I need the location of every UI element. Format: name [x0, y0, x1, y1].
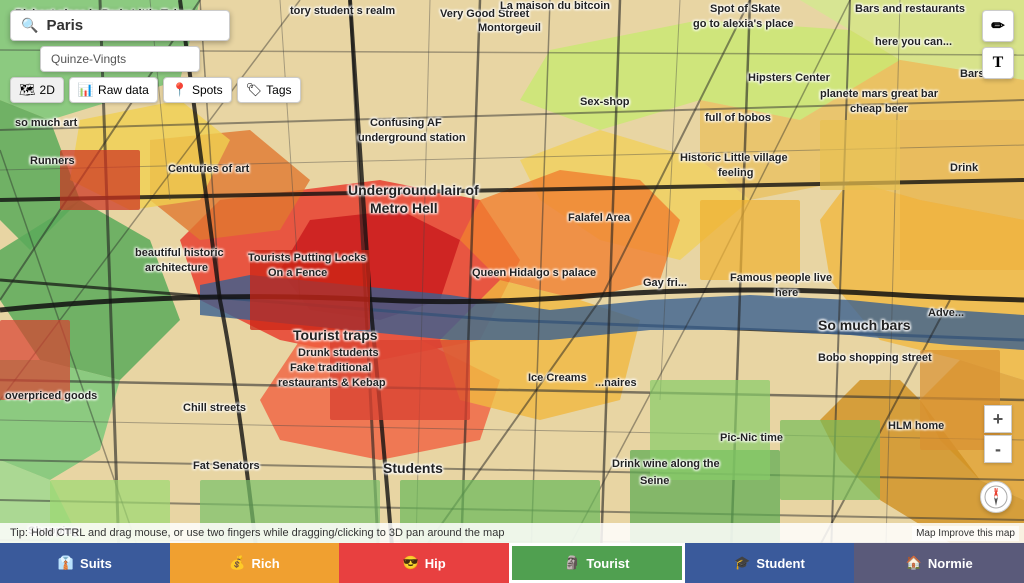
cat-rich[interactable]: 💰 Rich [170, 543, 340, 583]
tip-text: Tip: Hold CTRL and drag mouse, or use tw… [10, 527, 504, 539]
btn-2d-label: 2D [40, 83, 55, 97]
btn-tags-label: Tags [266, 83, 291, 97]
search-icon: 🔍 [21, 17, 38, 34]
student-label: Student [756, 556, 804, 571]
attribution-text: Map Improve this map [916, 528, 1015, 539]
map-container[interactable]: Richest place in Paris Little Tokyo tory… [0, 0, 1024, 583]
cat-student[interactable]: 🎓 Student [685, 543, 855, 583]
map-icon: 🗺 [19, 82, 36, 98]
tourist-icon: 🗿 [564, 555, 580, 571]
zoom-out-btn[interactable]: - [984, 435, 1012, 463]
search-input[interactable]: Paris [46, 17, 206, 34]
suits-label: Suits [80, 556, 112, 571]
view-btn-spots[interactable]: 📍 Spots [163, 77, 232, 103]
cat-tourist[interactable]: 🗿 Tourist [509, 543, 685, 583]
top-bar: 🔍 Paris Quinze-Vingts 🗺 2D 📊 Raw data 📍 … [10, 10, 301, 103]
suits-icon: 👔 [58, 555, 74, 571]
normie-icon: 🏠 [906, 555, 922, 571]
chart-icon: 📊 [78, 82, 94, 98]
cat-suits[interactable]: 👔 Suits [0, 543, 170, 583]
hip-label: Hip [425, 556, 446, 571]
zoom-controls: + - [984, 405, 1012, 463]
compass-btn[interactable]: N [980, 481, 1012, 513]
top-right-controls: ✏ T [982, 10, 1014, 79]
view-btn-raw[interactable]: 📊 Raw data [69, 77, 158, 103]
view-btn-2d[interactable]: 🗺 2D [10, 77, 64, 103]
cat-normie[interactable]: 🏠 Normie [854, 543, 1024, 583]
view-btn-tags[interactable]: 🏷 Tags [237, 77, 301, 103]
normie-label: Normie [928, 556, 973, 571]
search-box[interactable]: 🔍 Paris [10, 10, 230, 41]
rich-label: Rich [252, 556, 280, 571]
zoom-in-btn[interactable]: + [984, 405, 1012, 433]
pencil-btn[interactable]: ✏ [982, 10, 1014, 42]
btn-spots-label: Spots [192, 83, 223, 97]
rich-icon: 💰 [229, 555, 245, 571]
map-attribution: Map Improve this map [912, 526, 1019, 541]
neighborhood-label: Quinze-Vingts [40, 46, 200, 72]
cat-hip[interactable]: 😎 Hip [339, 543, 509, 583]
view-controls: 🗺 2D 📊 Raw data 📍 Spots 🏷 Tags [10, 77, 301, 103]
tip-bar: Tip: Hold CTRL and drag mouse, or use tw… [0, 523, 1024, 543]
btn-raw-label: Raw data [98, 83, 149, 97]
text-btn[interactable]: T [982, 47, 1014, 79]
student-icon: 🎓 [734, 555, 750, 571]
neighborhood-name: Quinze-Vingts [51, 52, 126, 66]
hip-icon: 😎 [403, 555, 419, 571]
tourist-label: Tourist [586, 556, 629, 571]
tag-icon: 🏷 [246, 82, 263, 98]
pin-icon: 📍 [172, 82, 188, 98]
svg-text:N: N [994, 488, 998, 494]
category-bar: 👔 Suits 💰 Rich 😎 Hip 🗿 Tourist 🎓 Student… [0, 543, 1024, 583]
